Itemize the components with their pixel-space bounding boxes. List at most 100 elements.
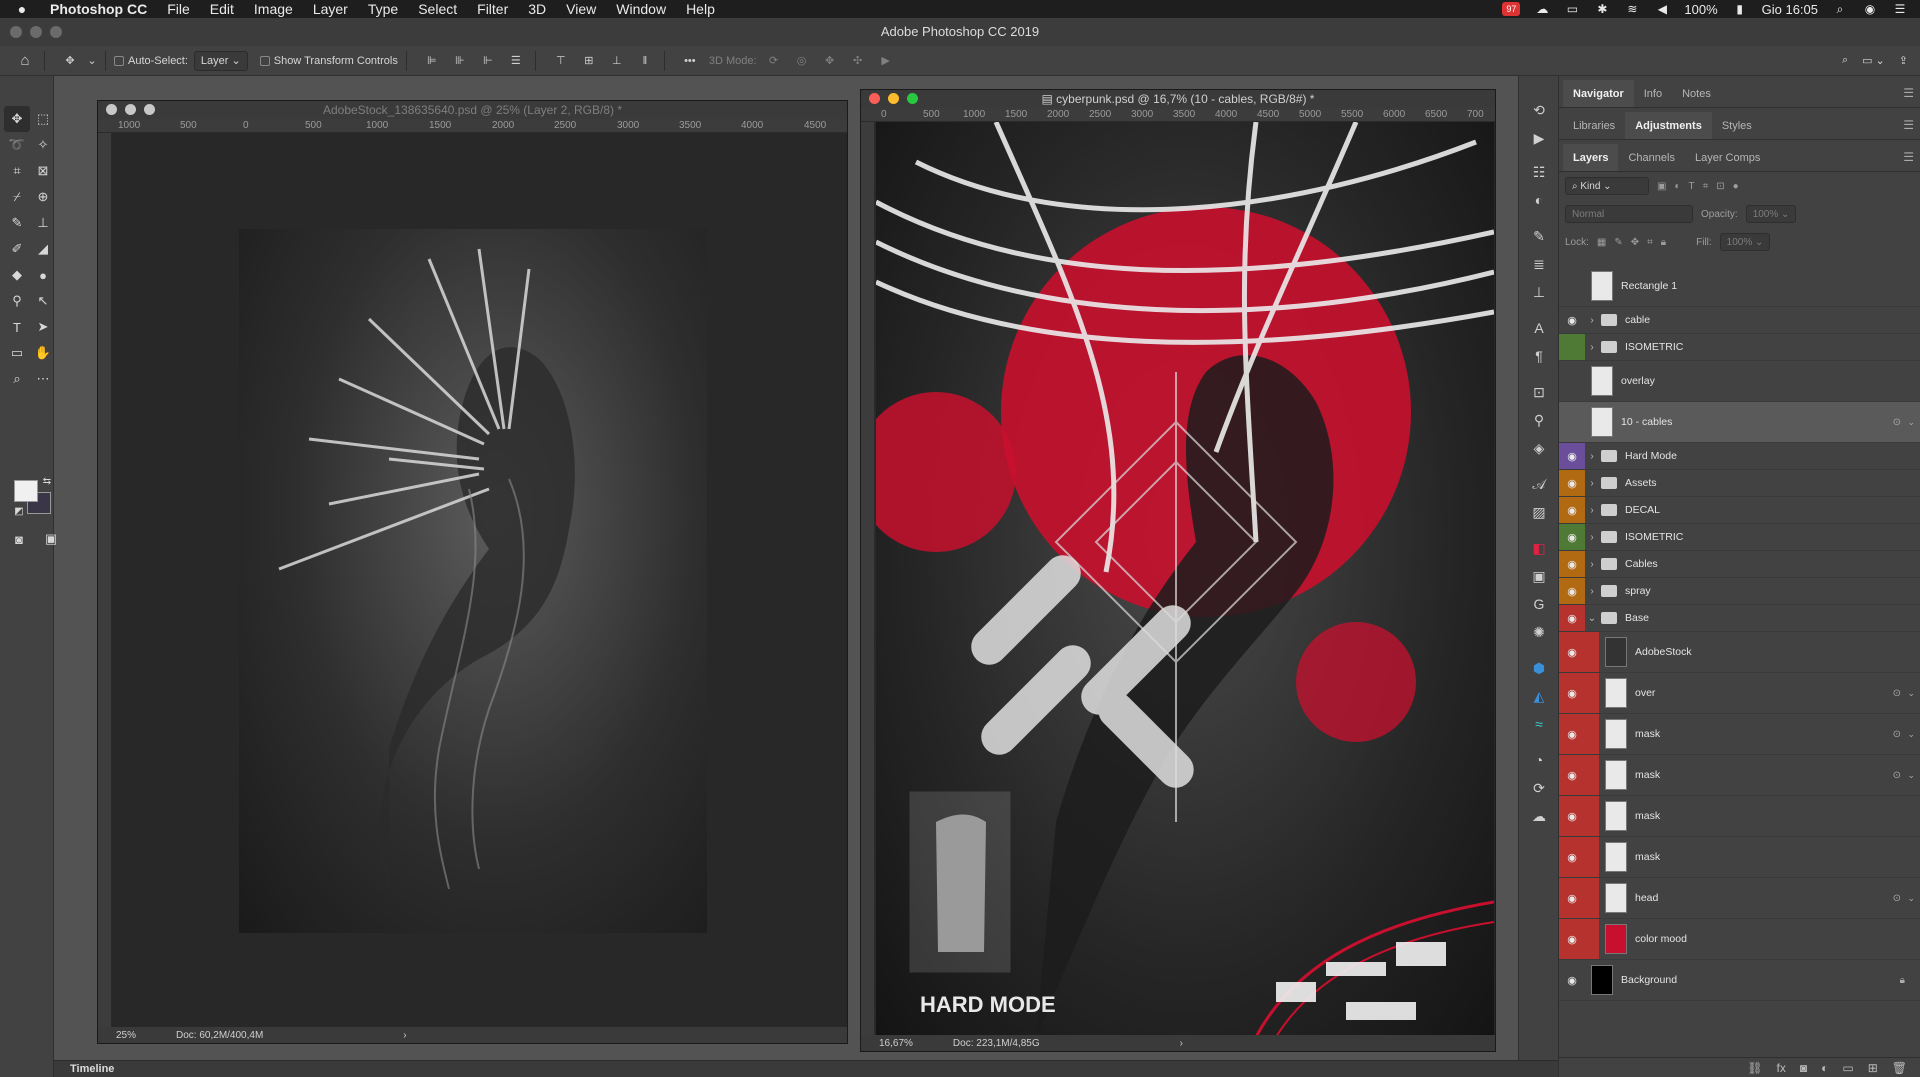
- default-colors-icon[interactable]: ◩: [12, 504, 26, 518]
- layer-thumbnail[interactable]: [1605, 719, 1627, 749]
- expand-chevron-right-icon[interactable]: ›: [1585, 342, 1599, 353]
- tab-styles[interactable]: Styles: [1712, 120, 1762, 139]
- filter-smart-object-icon[interactable]: ⊡: [1716, 181, 1724, 192]
- close-window-button[interactable]: [10, 26, 22, 38]
- quick-mask-icon[interactable]: ◙: [6, 526, 32, 552]
- vertical-ruler[interactable]: [861, 122, 875, 1037]
- doc-minimize-button[interactable]: [125, 104, 136, 115]
- 3d-pan-icon[interactable]: ✥: [819, 50, 841, 72]
- magic-wand-tool-icon[interactable]: ✧: [30, 132, 56, 158]
- visibility-eye-icon[interactable]: ◉: [1559, 632, 1585, 672]
- layer-row[interactable]: ◉ mask: [1559, 837, 1920, 878]
- filter-pixel-icon[interactable]: ▣: [1657, 181, 1666, 192]
- wifi-icon[interactable]: ≋: [1624, 2, 1640, 16]
- 3d-icon[interactable]: ◈: [1519, 434, 1559, 462]
- layer-thumbnail[interactable]: [1591, 366, 1613, 396]
- apple-icon[interactable]: ●: [0, 1, 44, 17]
- font-icon[interactable]: 𝒜: [1519, 470, 1559, 498]
- layer-row[interactable]: ◉ mask ⊙ ⌄: [1559, 714, 1920, 755]
- stamp-tool-icon[interactable]: ⊥: [30, 210, 56, 236]
- expand-chevron-right-icon[interactable]: ›: [1585, 505, 1599, 516]
- volume-icon[interactable]: ◀: [1654, 2, 1670, 16]
- marquee-tool-icon[interactable]: ⬚: [30, 106, 56, 132]
- layer-row[interactable]: ◉ AdobeStock: [1559, 632, 1920, 673]
- document-tab[interactable]: AdobeStock_138635640.psd @ 25% (Layer 2,…: [98, 101, 847, 119]
- layer-effects-chevron-icon[interactable]: ⌄: [1907, 770, 1915, 781]
- blend-mode-select[interactable]: Normal: [1565, 205, 1693, 223]
- patch-tool-icon[interactable]: ⊕: [30, 184, 56, 210]
- 3d-orbit-icon[interactable]: ⟳: [763, 50, 785, 72]
- paths-icon[interactable]: ⚲: [1519, 406, 1559, 434]
- layer-row[interactable]: ◉ › cable: [1559, 307, 1920, 334]
- foreground-color-swatch[interactable]: [14, 480, 38, 502]
- smart-object-link-icon[interactable]: ⊙: [1893, 417, 1901, 428]
- layer-row[interactable]: ◉ › Assets: [1559, 470, 1920, 497]
- menu-help[interactable]: Help: [676, 1, 725, 17]
- visibility-eye-icon[interactable]: ◉: [1559, 307, 1585, 333]
- menu-image[interactable]: Image: [244, 1, 303, 17]
- tab-layer-comps[interactable]: Layer Comps: [1685, 152, 1770, 171]
- menu-edit[interactable]: Edit: [200, 1, 244, 17]
- visibility-eye-icon[interactable]: ◉: [1559, 605, 1585, 631]
- move-tool-icon[interactable]: ✥: [4, 106, 30, 132]
- clone-source-icon[interactable]: ⊥: [1519, 278, 1559, 306]
- status-chevron-icon[interactable]: ›: [1180, 1038, 1183, 1049]
- status-chevron-icon[interactable]: ›: [403, 1030, 406, 1041]
- display-icon[interactable]: ▭: [1564, 2, 1580, 16]
- gg-plugin-icon[interactable]: ▣: [1519, 562, 1559, 590]
- horizontal-ruler[interactable]: 0 500 1000 1500 2000 2500 3000 3500 4000…: [861, 108, 1495, 122]
- layer-row[interactable]: ◉ Background 🔒︎: [1559, 960, 1920, 1001]
- visibility-eye-icon[interactable]: ◉: [1559, 470, 1585, 496]
- history-icon[interactable]: ⟲: [1519, 96, 1559, 124]
- visibility-eye-icon[interactable]: ◉: [1559, 755, 1585, 795]
- eyedropper-tool-icon[interactable]: ⌿: [4, 184, 30, 210]
- zoom-window-button[interactable]: [50, 26, 62, 38]
- dodge-tool-icon[interactable]: ⚲: [4, 288, 30, 314]
- notification-badge[interactable]: 97: [1502, 2, 1521, 16]
- pen-tool-icon[interactable]: ↖: [30, 288, 56, 314]
- notification-center-icon[interactable]: ☰: [1892, 2, 1908, 16]
- arrow-plugin-icon[interactable]: ◭: [1519, 682, 1559, 710]
- swap-colors-icon[interactable]: ⇆: [40, 474, 54, 488]
- workspace-icon[interactable]: ▭ ⌄: [1862, 54, 1885, 67]
- delete-layer-icon[interactable]: 🗑︎: [1892, 1061, 1907, 1075]
- visibility-eye-icon[interactable]: ◉: [1559, 837, 1585, 877]
- layer-row[interactable]: ◉ › Hard Mode: [1559, 443, 1920, 470]
- actions-icon[interactable]: ▶: [1519, 124, 1559, 152]
- layer-row[interactable]: overlay: [1559, 361, 1920, 402]
- brush-settings-icon[interactable]: ≣: [1519, 250, 1559, 278]
- align-bottom-icon[interactable]: ⊥: [606, 50, 628, 72]
- align-top-icon[interactable]: ⊤: [550, 50, 572, 72]
- blur-tool-icon[interactable]: ●: [30, 262, 56, 288]
- siri-icon[interactable]: ◉: [1862, 2, 1878, 16]
- distribute-icon[interactable]: ☰: [505, 50, 527, 72]
- layer-row[interactable]: ◉ › Cables: [1559, 551, 1920, 578]
- tab-notes[interactable]: Notes: [1672, 88, 1721, 107]
- filter-shape-icon[interactable]: ⌗: [1703, 181, 1709, 192]
- panel-menu-icon[interactable]: ☰: [1903, 86, 1914, 100]
- 3d-roll-icon[interactable]: ◎: [791, 50, 813, 72]
- visibility-eye-icon[interactable]: ◉: [1559, 497, 1585, 523]
- timeline-panel[interactable]: Timeline: [54, 1060, 1558, 1077]
- share-icon[interactable]: ⇪: [1899, 54, 1908, 67]
- filter-type-icon[interactable]: T: [1689, 181, 1695, 192]
- visibility-eye-icon[interactable]: [1559, 334, 1585, 360]
- tab-layers[interactable]: Layers: [1563, 144, 1619, 171]
- cube-plugin-icon[interactable]: ⬢: [1519, 654, 1559, 682]
- clock[interactable]: Gio 16:05: [1762, 2, 1818, 17]
- align-center-icon[interactable]: ⊪: [449, 50, 471, 72]
- visibility-eye-icon[interactable]: [1559, 361, 1585, 401]
- layer-row[interactable]: ◉ › spray: [1559, 578, 1920, 605]
- paint-bucket-tool-icon[interactable]: ◆: [4, 262, 30, 288]
- expand-chevron-right-icon[interactable]: ›: [1585, 586, 1599, 597]
- character-icon[interactable]: A: [1519, 314, 1559, 342]
- layer-row[interactable]: › ISOMETRIC: [1559, 334, 1920, 361]
- layer-row[interactable]: ◉ head ⊙ ⌄: [1559, 878, 1920, 919]
- layer-thumbnail[interactable]: [1605, 678, 1627, 708]
- brush-tool-icon[interactable]: ✎: [4, 210, 30, 236]
- doc-close-button[interactable]: [869, 93, 880, 104]
- tab-channels[interactable]: Channels: [1618, 152, 1684, 171]
- layer-thumbnail[interactable]: [1605, 883, 1627, 913]
- cloud-icon[interactable]: ☁: [1519, 802, 1559, 830]
- lasso-tool-icon[interactable]: ➰: [4, 132, 30, 158]
